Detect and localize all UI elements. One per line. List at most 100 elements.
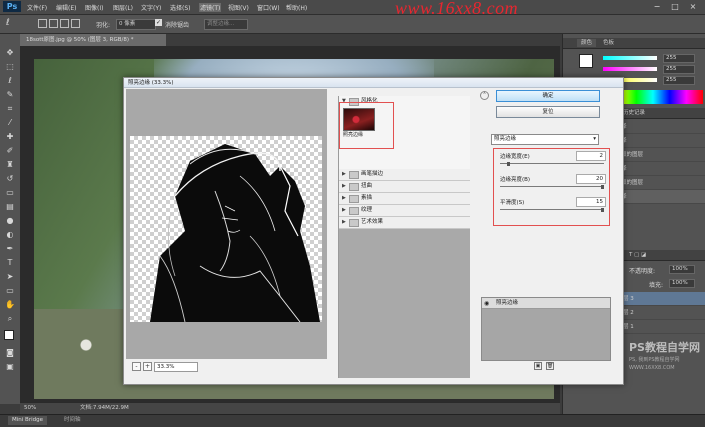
lasso-tool-icon[interactable]: ℓ xyxy=(6,18,10,28)
pen-tool-icon[interactable]: ✒ xyxy=(4,244,16,254)
feather-input[interactable]: 0 像素 xyxy=(116,19,156,30)
green-value[interactable]: 255 xyxy=(663,65,695,74)
zoom-level[interactable]: 50% xyxy=(24,403,36,414)
foreground-color-swatch[interactable] xyxy=(4,330,14,340)
expand-right-icon: ▶ xyxy=(342,219,346,225)
folder-icon xyxy=(349,207,359,215)
preview-area[interactable] xyxy=(126,89,327,359)
fg-color-preview[interactable] xyxy=(579,54,593,68)
close-icon[interactable]: × xyxy=(686,2,700,11)
expand-right-icon: ▶ xyxy=(342,195,346,201)
folder-label: 素描 xyxy=(361,195,373,201)
move-tool-icon[interactable]: ✥ xyxy=(4,48,16,58)
menu-layer[interactable]: 图层(L) xyxy=(113,3,133,12)
tab-color[interactable]: 颜色 xyxy=(577,39,597,47)
maximize-icon[interactable]: □ xyxy=(668,2,682,11)
edge-brightness-slider-knob[interactable] xyxy=(601,185,604,189)
folder-texture[interactable]: ▶ 纹理 xyxy=(339,205,470,217)
zoom-select[interactable]: 33.3% xyxy=(154,362,198,372)
filter-settings: ⌃ 确定 复位 照亮边缘 ▾ 边缘宽度(E) 2 边缘亮度(B) 20 平滑度(… xyxy=(476,90,620,380)
collapse-gallery-icon[interactable]: ⌃ xyxy=(480,91,489,100)
dodge-tool-icon[interactable]: ◐ xyxy=(4,230,16,240)
folder-icon xyxy=(349,183,359,191)
edge-width-slider-knob[interactable] xyxy=(507,162,510,166)
smoothness-input[interactable]: 15 xyxy=(576,197,606,207)
hand-tool-icon[interactable]: ✋ xyxy=(4,300,16,310)
filter-thumbnail-glowing-edges[interactable] xyxy=(343,108,375,131)
smoothness-slider-knob[interactable] xyxy=(601,208,604,212)
crop-tool-icon[interactable]: ⌗ xyxy=(4,104,16,114)
intersect-selection-icon[interactable] xyxy=(71,19,80,28)
menu-help[interactable]: 帮助(H) xyxy=(286,3,307,12)
status-bar: 50% 文档:7.94M/22.9M xyxy=(20,402,560,414)
tab-swatches[interactable]: 色板 xyxy=(599,39,618,47)
blue-value[interactable]: 255 xyxy=(663,76,695,85)
folder-sketch[interactable]: ▶ 素描 xyxy=(339,193,470,205)
minimize-icon[interactable]: − xyxy=(650,2,664,11)
menu-filter[interactable]: 滤镜(T) xyxy=(199,3,222,12)
menu-edit[interactable]: 编辑(E) xyxy=(56,3,76,12)
edge-width-slider[interactable] xyxy=(500,163,604,164)
green-slider[interactable]: 255 xyxy=(603,65,703,74)
edge-width-input[interactable]: 2 xyxy=(576,151,606,161)
document-tab[interactable]: 18sott原图.jpg @ 50% (图层 3, RGB/8) * xyxy=(20,34,166,46)
opacity-input[interactable]: 100% xyxy=(669,265,695,274)
folder-icon xyxy=(349,171,359,179)
zoom-in-button[interactable]: + xyxy=(143,362,152,371)
new-selection-icon[interactable] xyxy=(38,19,47,28)
edge-brightness-slider[interactable] xyxy=(500,186,604,187)
red-value[interactable]: 255 xyxy=(663,54,695,63)
path-select-tool-icon[interactable]: ➤ xyxy=(4,272,16,282)
stamp-tool-icon[interactable]: ♜ xyxy=(4,160,16,170)
timeline-tab[interactable]: 时间轴 xyxy=(64,416,81,425)
history-brush-tool-icon[interactable]: ↺ xyxy=(4,174,16,184)
filter-type-select[interactable]: 照亮边缘 ▾ xyxy=(491,134,599,145)
type-tool-icon[interactable]: T xyxy=(4,258,16,268)
edge-brightness-input[interactable]: 20 xyxy=(576,174,606,184)
folder-artistic[interactable]: ▶ 艺术效果 xyxy=(339,217,470,229)
brush-tool-icon[interactable]: ✐ xyxy=(4,146,16,156)
blur-tool-icon[interactable]: ● xyxy=(4,216,16,226)
healing-tool-icon[interactable]: ✚ xyxy=(4,132,16,142)
new-effect-layer-icon[interactable]: ▣ xyxy=(534,362,542,370)
zoom-tool-icon[interactable]: ⌕ xyxy=(4,314,16,324)
smoothness-slider[interactable] xyxy=(500,209,604,210)
menu-type[interactable]: 文字(Y) xyxy=(141,3,161,12)
folder-distort[interactable]: ▶ 扭曲 xyxy=(339,181,470,193)
menu-select[interactable]: 选择(S) xyxy=(170,3,191,12)
eyedropper-tool-icon[interactable]: ⁄ xyxy=(4,118,16,128)
menu-view[interactable]: 视图(V) xyxy=(228,3,249,12)
delete-effect-layer-icon[interactable]: 🗑 xyxy=(546,362,554,370)
quick-select-tool-icon[interactable]: ✎ xyxy=(4,90,16,100)
gradient-tool-icon[interactable]: ▤ xyxy=(4,202,16,212)
fill-label: 填充: xyxy=(649,282,664,289)
quick-mask-icon[interactable]: ◙ xyxy=(4,348,16,358)
menu-file[interactable]: 文件(F) xyxy=(27,3,47,12)
screen-mode-icon[interactable]: ▣ xyxy=(4,362,16,372)
marquee-tool-icon[interactable]: ⬚ xyxy=(4,62,16,72)
reset-button[interactable]: 复位 xyxy=(496,106,600,118)
red-slider[interactable]: 255 xyxy=(603,54,703,63)
eraser-tool-icon[interactable]: ▭ xyxy=(4,188,16,198)
shape-tool-icon[interactable]: ▭ xyxy=(4,286,16,296)
opacity-label: 不透明度: xyxy=(629,268,656,275)
smoothness-label: 平滑度(S) xyxy=(500,200,525,206)
refine-edge-button[interactable]: 调整边缘... xyxy=(204,19,248,30)
layers-filter-icon[interactable]: T ▢ ◪ xyxy=(625,251,650,259)
effect-layer-label: 照亮边缘 xyxy=(496,300,519,306)
menu-image[interactable]: 图像(I) xyxy=(85,3,103,12)
add-selection-icon[interactable] xyxy=(49,19,58,28)
lasso-tool-icon[interactable]: ℓ xyxy=(4,76,16,86)
menu-window[interactable]: 窗口(W) xyxy=(257,3,280,12)
subtract-selection-icon[interactable] xyxy=(60,19,69,28)
site-slogan: PS, 我到PS教程自学网 xyxy=(629,357,680,363)
zoom-out-button[interactable]: - xyxy=(132,362,141,371)
visibility-eye-icon[interactable]: ◉ xyxy=(484,299,489,309)
effect-layer-row[interactable]: ◉ 照亮边缘 xyxy=(482,298,610,309)
folder-brush-strokes[interactable]: ▶ 画笔描边 xyxy=(339,169,470,181)
ok-button[interactable]: 确定 xyxy=(496,90,600,102)
fill-input[interactable]: 100% xyxy=(669,279,695,288)
antialias-checkbox[interactable]: ✓ xyxy=(155,19,162,26)
glowing-edges-figure xyxy=(150,144,320,322)
mini-bridge-tab[interactable]: Mini Bridge xyxy=(8,416,47,425)
